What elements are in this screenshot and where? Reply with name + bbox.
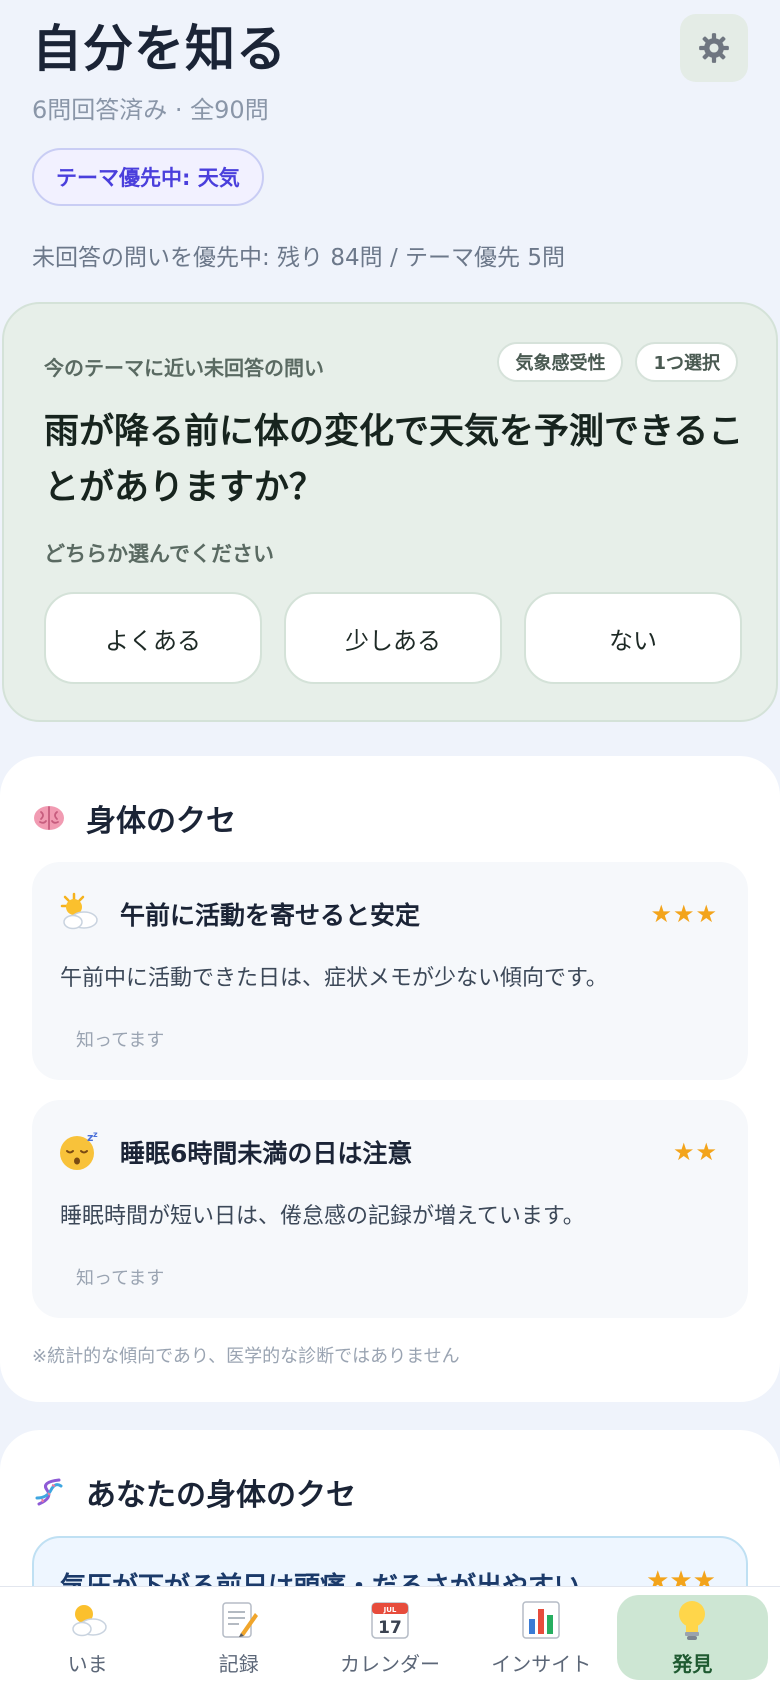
calendar-day: 17 <box>378 1618 402 1638</box>
insight-card[interactable]: 午前に活動を寄せると安定 ★★★ 午前中に活動できた日は、症状メモが少ない傾向で… <box>32 862 748 1080</box>
nav-tab-calendar[interactable]: JUL 17 カレンダー <box>314 1595 465 1680</box>
insight-body: 午前中に活動できた日は、症状メモが少ない傾向です。 <box>60 966 608 991</box>
bottom-nav: いま 記録 JUL 17 カレンダー インサイト 発見 <box>0 1586 780 1688</box>
sun-cloud-icon <box>66 1598 110 1642</box>
sleeping-face-icon: z z <box>58 1130 100 1172</box>
rating-stars: ★★★ <box>650 900 718 928</box>
rating-stars: ★★ <box>672 1138 718 1166</box>
question-card: 今のテーマに近い未回答の問い 気象感受性 1つ選択 雨が降る前に体の変化で天気を… <box>2 302 778 722</box>
question-tags: 気象感受性 1つ選択 <box>497 342 738 382</box>
light-bulb-icon <box>670 1598 714 1642</box>
insight-body: 睡眠時間が短い日は、倦怠感の記録が増えています。 <box>60 1204 585 1229</box>
section-title: あなたの身体のクセ <box>86 1478 356 1513</box>
bar-chart-icon <box>519 1598 563 1642</box>
progress-subtitle: 6問回答済み · 全90問 <box>32 96 269 124</box>
insight-title: 睡眠6時間未満の日は注意 <box>120 1139 413 1168</box>
header: 自分を知る 6問回答済み · 全90問 <box>32 14 748 125</box>
know-this-button[interactable]: 知ってます <box>76 1026 164 1052</box>
answer-never-button[interactable]: ない <box>524 592 742 684</box>
sun-behind-cloud-icon <box>58 892 100 934</box>
calendar-month: JUL <box>383 1606 397 1614</box>
dna-icon <box>32 1475 66 1509</box>
nav-label: 記録 <box>218 1652 259 1676</box>
nav-label: 発見 <box>672 1652 713 1676</box>
answer-options: よくある 少しある ない <box>44 592 742 684</box>
section-title: 身体のクセ <box>86 804 236 839</box>
body-habits-section: 身体のクセ 午前に活動を寄せると安定 ★★★ 午前中に活動できた日は、症状メモが… <box>0 756 780 1402</box>
answer-often-button[interactable]: よくある <box>44 592 262 684</box>
page-title: 自分を知る <box>32 20 287 78</box>
brain-icon <box>32 801 66 835</box>
question-text: 雨が降る前に体の変化で天気を予測できることがありますか？ <box>44 412 744 508</box>
nav-label: いま <box>67 1652 108 1676</box>
nav-tab-record[interactable]: 記録 <box>163 1595 314 1680</box>
question-eyebrow: 今のテーマに近い未回答の問い <box>44 356 324 380</box>
disclaimer: ※統計的な傾向であり、医学的な診断ではありません <box>32 1346 460 1367</box>
insight-title: 午前に活動を寄せると安定 <box>120 901 421 930</box>
category-tag: 気象感受性 <box>497 342 624 382</box>
nav-tab-now[interactable]: いま <box>12 1595 163 1680</box>
nav-tab-discover[interactable]: 発見 <box>616 1595 769 1680</box>
nav-label: カレンダー <box>340 1652 440 1676</box>
gear-icon <box>699 33 729 63</box>
memo-icon <box>217 1598 261 1642</box>
settings-button[interactable] <box>680 14 748 82</box>
section-header: 身体のクセ <box>32 796 236 840</box>
know-this-button[interactable]: 知ってます <box>76 1264 164 1290</box>
answer-sometimes-button[interactable]: 少しある <box>284 592 502 684</box>
priority-note: 未回答の問いを優先中: 残り 84問 / テーマ優先 5問 <box>32 245 565 271</box>
section-header: あなたの身体のクセ <box>32 1470 356 1514</box>
svg-text:z: z <box>93 1130 98 1139</box>
theme-priority-chip[interactable]: テーマ優先中: 天気 <box>32 148 264 206</box>
selection-mode-tag: 1つ選択 <box>635 342 738 382</box>
question-hint: どちらか選んでください <box>44 542 274 566</box>
calendar-icon: JUL 17 <box>368 1598 412 1642</box>
nav-label: インサイト <box>491 1652 592 1676</box>
nav-tab-insight[interactable]: インサイト <box>466 1595 617 1680</box>
insight-card[interactable]: z z 睡眠6時間未満の日は注意 ★★ 睡眠時間が短い日は、倦怠感の記録が増えて… <box>32 1100 748 1318</box>
